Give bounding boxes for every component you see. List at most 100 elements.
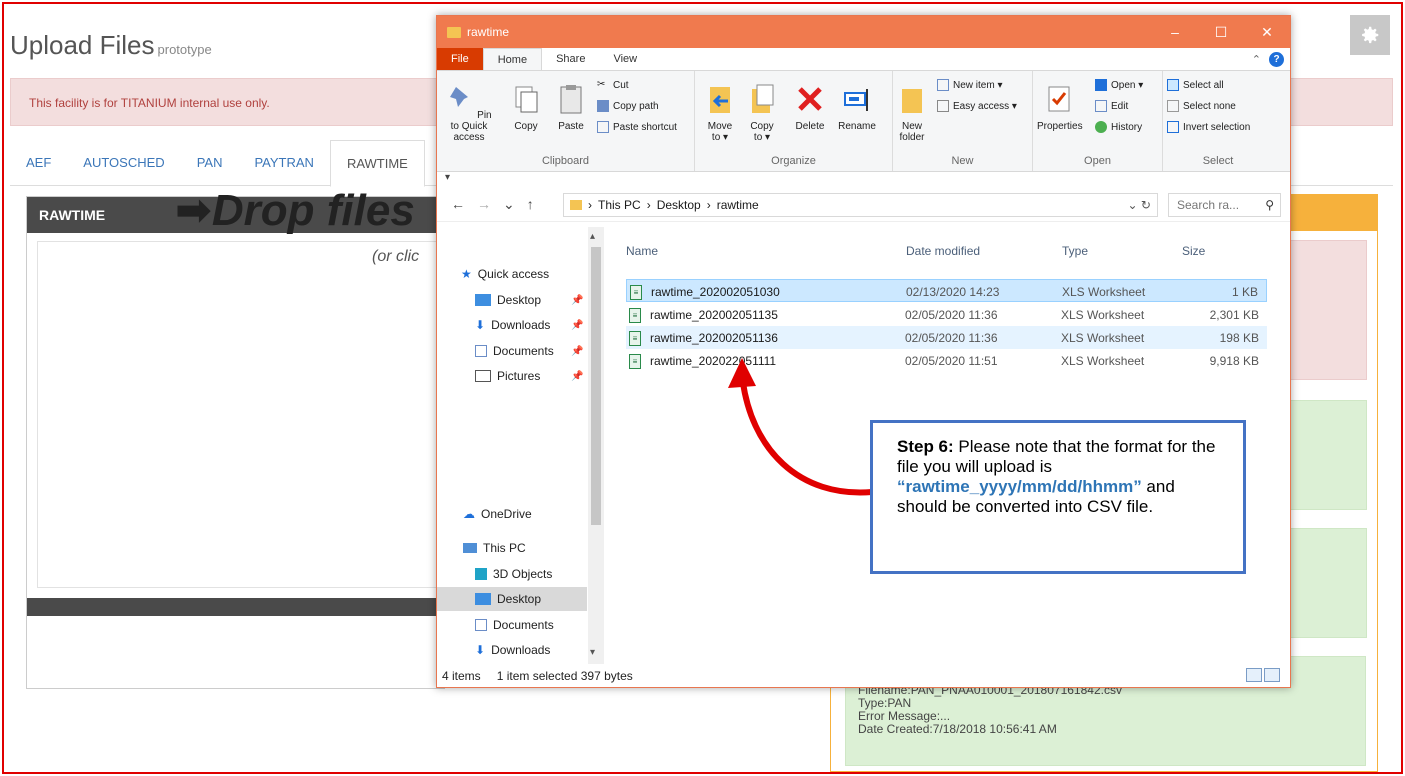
details-view-icon[interactable] — [1246, 668, 1262, 682]
delete-button[interactable]: Delete — [791, 83, 829, 132]
nav-documents-pc[interactable]: Documents — [475, 613, 600, 637]
copy-to-icon — [752, 84, 774, 113]
new-folder-button[interactable]: New folder — [895, 83, 929, 143]
spreadsheet-icon: ≡ — [629, 308, 641, 323]
panel-footer-bar — [27, 598, 446, 616]
nav-3d-objects[interactable]: 3D Objects — [475, 562, 600, 586]
tab-pan[interactable]: PAN — [181, 140, 239, 185]
tab-autosched[interactable]: AUTOSCHED — [67, 140, 180, 185]
delete-icon — [798, 87, 822, 111]
up-arrow-icon[interactable]: ↑ — [527, 196, 534, 213]
column-date-modified[interactable]: Date modified — [906, 244, 980, 258]
scroll-down-icon[interactable]: ▾ — [590, 647, 595, 658]
nav-this-pc[interactable]: This PC — [463, 536, 588, 560]
ribbon-tab-share[interactable]: Share — [542, 48, 599, 70]
history-button[interactable]: History — [1095, 121, 1142, 133]
minimize-button[interactable]: – — [1152, 24, 1198, 41]
select-none-label: Select none — [1183, 100, 1236, 112]
nav-pictures[interactable]: Pictures 📌 — [475, 364, 600, 388]
nav-scrollbar[interactable]: ▴ ▾ — [588, 227, 604, 664]
pin-quick-access-button[interactable]: Pin to Quick access — [443, 83, 495, 143]
large-icons-view-icon[interactable] — [1264, 668, 1280, 682]
ribbon-tab-home[interactable]: Home — [482, 48, 543, 70]
nav-downloads[interactable]: ⬇ Downloads 📌 — [475, 313, 600, 337]
nav-quick-access[interactable]: ★ Quick access — [461, 262, 586, 286]
item-count: 4 items — [442, 669, 481, 683]
breadcrumb-separator: › — [588, 197, 592, 212]
success-log-entry — [1290, 400, 1367, 510]
nav-desktop[interactable]: Desktop 📌 — [475, 288, 600, 312]
breadcrumb-rawtime[interactable]: rawtime — [717, 198, 759, 212]
open-button[interactable]: Open ▾ — [1095, 79, 1143, 91]
paste-button[interactable]: Paste — [555, 83, 587, 132]
pictures-icon — [475, 370, 491, 382]
copy-path-button[interactable]: Copy path — [597, 100, 659, 112]
file-dropzone[interactable] — [37, 241, 447, 588]
refresh-icon[interactable]: ⌄ ↻ — [1128, 198, 1157, 212]
forward-arrow-icon[interactable]: → — [477, 196, 491, 213]
move-to-label: Move to ▾ — [707, 121, 733, 143]
tab-paytran[interactable]: PAYTRAN — [238, 140, 329, 185]
cloud-icon: ☁ — [463, 507, 475, 521]
file-row[interactable]: ≡ rawtime_202002051136 02/05/2020 11:36 … — [626, 326, 1267, 349]
ribbon-tabs: File Home Share View ⌃? — [437, 48, 1290, 70]
collapse-ribbon-icon[interactable]: ⌃ — [1252, 53, 1261, 66]
history-label: History — [1111, 121, 1143, 133]
success-log-entry — [1290, 528, 1367, 638]
select-all-button[interactable]: Select all — [1167, 79, 1224, 91]
scroll-up-icon[interactable]: ▴ — [590, 231, 595, 242]
nav-desktop-selected[interactable]: Desktop — [437, 587, 587, 611]
copy-to-button[interactable]: Copy to ▾ — [745, 83, 779, 143]
column-size[interactable]: Size — [1182, 244, 1205, 258]
breadcrumb-desktop[interactable]: Desktop — [657, 198, 701, 212]
drop-files-hint: (or clic — [372, 248, 420, 265]
column-type[interactable]: Type — [1062, 244, 1088, 258]
file-row[interactable]: ≡ rawtime_202002051030 02/13/2020 14:23 … — [626, 279, 1267, 302]
edit-button[interactable]: Edit — [1095, 100, 1128, 112]
help-icon[interactable]: ? — [1269, 51, 1284, 67]
file-row[interactable]: ≡ rawtime_202002051135 02/05/2020 11:36 … — [626, 303, 1267, 326]
breadcrumb-this-pc[interactable]: This PC — [598, 198, 641, 212]
rename-button[interactable]: Rename — [835, 83, 879, 132]
easy-access-button[interactable]: Easy access ▾ — [937, 100, 1017, 112]
copy-button[interactable]: Copy — [511, 83, 541, 132]
nav-documents[interactable]: Documents 📌 — [475, 339, 600, 363]
address-bar-row: ← → ⌄ ↑ › This PC › Desktop › rawtime ⌄ … — [437, 188, 1290, 222]
select-none-button[interactable]: Select none — [1167, 100, 1236, 112]
settings-button[interactable] — [1350, 15, 1390, 55]
clipboard-icon — [560, 85, 582, 114]
recent-locations-icon[interactable]: ⌄ — [503, 196, 515, 213]
copy-label: Copy — [514, 121, 538, 132]
nav-onedrive[interactable]: ☁ OneDrive — [463, 502, 588, 526]
back-arrow-icon[interactable]: ← — [451, 196, 465, 213]
file-row[interactable]: ≡ rawtime_202022051111 02/05/2020 11:51 … — [626, 349, 1267, 372]
open-group: Properties Open ▾ Edit History Open — [1033, 71, 1163, 171]
organize-group-label: Organize — [771, 155, 816, 167]
search-input[interactable]: Search ra... ⚲ — [1168, 192, 1281, 217]
close-button[interactable]: ✕ — [1244, 24, 1290, 41]
copy-to-label: Copy to ▾ — [750, 121, 774, 143]
invert-selection-button[interactable]: Invert selection — [1167, 121, 1250, 133]
nav-downloads-pc[interactable]: ⬇ Downloads — [475, 638, 600, 662]
search-placeholder: Search ra... — [1177, 197, 1240, 212]
properties-button[interactable]: Properties — [1037, 83, 1083, 132]
ribbon-tab-file[interactable]: File — [437, 48, 483, 70]
cut-button[interactable]: ✂ Cut — [597, 79, 629, 91]
maximize-button[interactable]: ☐ — [1198, 24, 1244, 41]
new-item-button[interactable]: New item ▾ — [937, 79, 1002, 91]
address-input[interactable]: › This PC › Desktop › rawtime ⌄ ↻ — [563, 192, 1158, 217]
file-type: XLS Worksheet — [1061, 308, 1145, 322]
paste-shortcut-button[interactable]: Paste shortcut — [597, 121, 677, 133]
ribbon-tab-view[interactable]: View — [599, 48, 651, 70]
pin-icon: 📌 — [571, 345, 584, 357]
column-name[interactable]: Name — [626, 244, 658, 258]
explorer-titlebar[interactable]: rawtime – ☐ ✕ — [437, 16, 1290, 48]
invert-selection-label: Invert selection — [1183, 121, 1251, 133]
desktop-icon — [475, 593, 491, 605]
tab-aef[interactable]: AEF — [10, 140, 67, 185]
quick-access-toolbar[interactable]: ▾ — [437, 172, 1290, 188]
scrollbar-thumb[interactable] — [591, 247, 601, 525]
tab-rawtime[interactable]: RAWTIME — [329, 140, 425, 187]
move-to-button[interactable]: Move to ▾ — [703, 83, 737, 143]
file-size: 198 KB — [1219, 331, 1259, 345]
